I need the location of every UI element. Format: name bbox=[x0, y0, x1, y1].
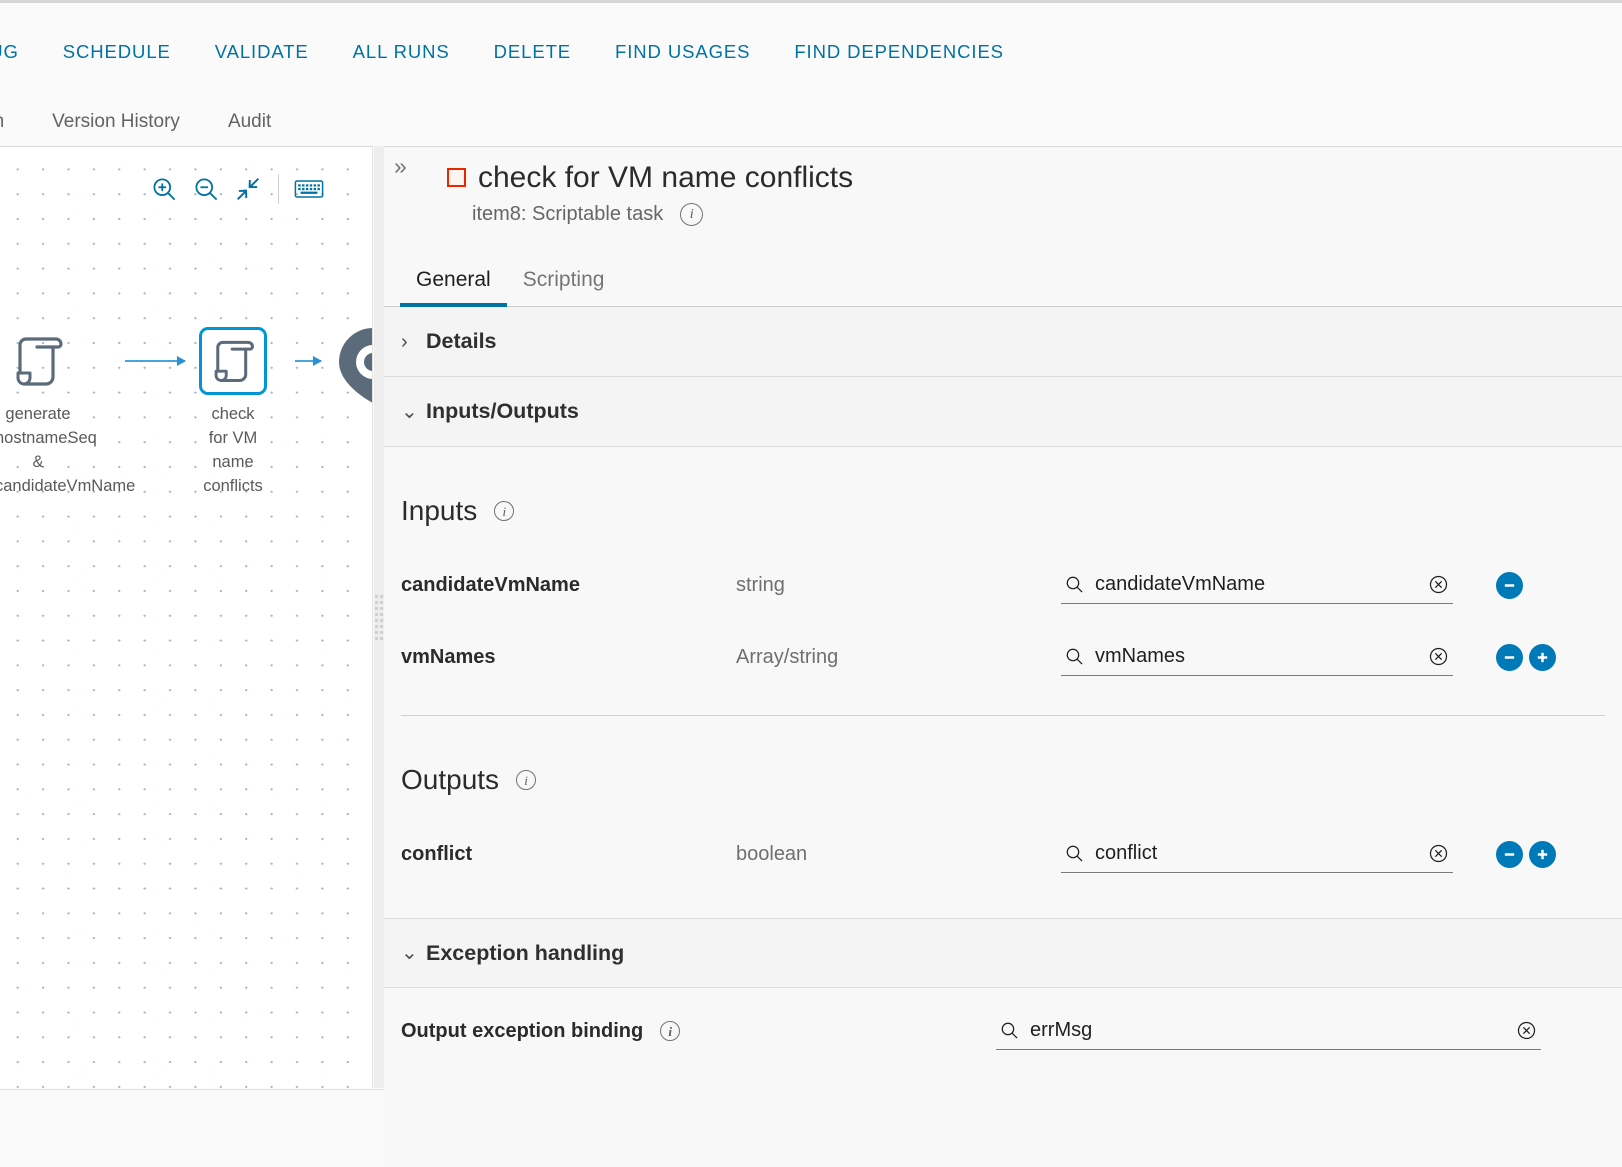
output-type: boolean bbox=[736, 842, 808, 865]
inputs-heading-row: Inputs i bbox=[384, 447, 1622, 527]
page-title: check for VM name conflicts bbox=[478, 161, 854, 194]
outputs-heading: Outputs bbox=[401, 764, 500, 795]
input-row-actions bbox=[1496, 571, 1523, 599]
tab-general[interactable]: General bbox=[400, 259, 507, 307]
chevron-down-icon: ⌄ bbox=[401, 942, 418, 964]
canvas-edge-1 bbox=[125, 356, 186, 366]
zoom-out-icon[interactable] bbox=[185, 169, 227, 209]
action-all-runs[interactable]: ALL RUNS bbox=[353, 41, 450, 63]
sub-tab-bar: rm Version History Audit bbox=[0, 98, 1622, 146]
panel-header: » check for VM name conflicts item8: Scr… bbox=[384, 147, 1622, 259]
section-inputs-outputs-label: Inputs/Outputs bbox=[426, 399, 579, 423]
chevron-right-icon: › bbox=[401, 330, 408, 353]
info-icon[interactable]: i bbox=[516, 770, 537, 790]
output-row: conflict boolean conflict bbox=[384, 818, 1622, 890]
remove-input-button[interactable] bbox=[1496, 643, 1523, 671]
canvas-edge-2 bbox=[295, 356, 322, 366]
sub-tab-version-history[interactable]: Version History bbox=[52, 111, 180, 133]
clear-icon bbox=[1429, 844, 1448, 862]
action-find-usages[interactable]: FIND USAGES bbox=[615, 41, 750, 63]
search-icon bbox=[1066, 576, 1083, 593]
remove-input-button[interactable] bbox=[1496, 571, 1523, 599]
inputs-heading: Inputs bbox=[401, 495, 478, 526]
validation-error-icon bbox=[447, 168, 466, 187]
output-exception-binding-row: Output exception binding i errMsg bbox=[384, 988, 1622, 1074]
chevron-down-icon: ⌄ bbox=[401, 400, 418, 423]
input-binding-field[interactable]: vmNames bbox=[1061, 639, 1453, 676]
zoom-in-icon[interactable] bbox=[143, 169, 185, 209]
canvas-node-generate[interactable]: generate hostnameSeq & candidateVmName bbox=[0, 327, 136, 498]
info-icon[interactable]: i bbox=[660, 1021, 681, 1041]
canvas-node-label: generate hostnameSeq & candidateVmName bbox=[0, 405, 136, 495]
canvas-bottom-strip bbox=[0, 1089, 384, 1167]
action-find-dependencies[interactable]: FIND DEPENDENCIES bbox=[794, 41, 1004, 63]
fit-to-screen-icon[interactable] bbox=[227, 169, 269, 209]
output-binding-value: conflict bbox=[1095, 841, 1158, 864]
canvas-node-check[interactable]: check for VM name conflicts bbox=[190, 327, 276, 498]
search-icon bbox=[1066, 845, 1083, 862]
clear-icon bbox=[1429, 575, 1448, 593]
remove-output-button[interactable] bbox=[1496, 840, 1523, 868]
outputs-heading-row: Outputs i bbox=[384, 716, 1622, 796]
input-binding-field[interactable]: candidateVmName bbox=[1061, 567, 1453, 604]
action-bar: BUG SCHEDULE VALIDATE ALL RUNS DELETE FI… bbox=[0, 6, 1622, 98]
panel-tabs: General Scripting bbox=[384, 259, 1622, 307]
input-type: string bbox=[736, 573, 785, 596]
input-type: Array/string bbox=[736, 645, 839, 668]
element-details-panel: » check for VM name conflicts item8: Scr… bbox=[384, 146, 1622, 1167]
input-row: candidateVmName string candidateVmName bbox=[384, 549, 1622, 621]
panel-subtitle-row: item8: Scriptable task i bbox=[384, 203, 1622, 226]
output-name: conflict bbox=[401, 842, 473, 865]
end-node-icon[interactable] bbox=[336, 325, 372, 408]
action-debug[interactable]: BUG bbox=[0, 41, 19, 63]
input-binding-value: candidateVmName bbox=[1095, 572, 1266, 595]
canvas-toolbar bbox=[143, 169, 330, 209]
collapse-panel-icon[interactable]: » bbox=[394, 155, 407, 178]
editor-split-area: generate hostnameSeq & candidateVmName c… bbox=[0, 146, 1622, 1167]
sub-tab-audit[interactable]: Audit bbox=[228, 111, 271, 133]
output-exception-binding-label: Output exception binding bbox=[401, 1019, 644, 1042]
section-details-label: Details bbox=[426, 329, 497, 353]
section-exception-handling-label: Exception handling bbox=[426, 940, 625, 965]
inputs-outputs-body: Inputs i candidateVmName string candidat… bbox=[384, 447, 1622, 918]
section-details-header[interactable]: › Details bbox=[384, 307, 1622, 377]
output-exception-binding-value: errMsg bbox=[1030, 1018, 1093, 1041]
sub-tab-form[interactable]: rm bbox=[0, 111, 4, 133]
toolbar-divider bbox=[278, 174, 279, 204]
input-name: candidateVmName bbox=[401, 573, 580, 596]
add-input-button[interactable] bbox=[1529, 643, 1556, 671]
info-icon[interactable]: i bbox=[494, 501, 515, 521]
output-binding-field[interactable]: conflict bbox=[1061, 836, 1453, 873]
workflow-editor-screen: BUG SCHEDULE VALIDATE ALL RUNS DELETE FI… bbox=[0, 0, 1622, 1167]
clear-icon bbox=[1429, 647, 1448, 665]
search-icon bbox=[1001, 1022, 1018, 1039]
canvas-dot-grid bbox=[0, 147, 372, 1088]
action-schedule[interactable]: SCHEDULE bbox=[63, 41, 171, 63]
search-icon bbox=[1066, 648, 1083, 665]
add-output-button[interactable] bbox=[1529, 840, 1556, 868]
keyboard-shortcuts-icon[interactable] bbox=[288, 169, 330, 209]
input-name: vmNames bbox=[401, 645, 496, 668]
canvas-node-label: check for VM name conflicts bbox=[203, 405, 263, 495]
panel-title-row: check for VM name conflicts bbox=[384, 161, 1622, 194]
section-inputs-outputs-header[interactable]: ⌄ Inputs/Outputs bbox=[384, 377, 1622, 447]
input-row: vmNames Array/string vmNames bbox=[384, 621, 1622, 693]
scriptable-task-icon bbox=[4, 327, 72, 395]
scriptable-task-icon bbox=[199, 327, 267, 395]
clear-icon bbox=[1517, 1021, 1536, 1039]
input-binding-value: vmNames bbox=[1095, 644, 1186, 667]
element-subtitle: item8: Scriptable task bbox=[472, 203, 664, 225]
output-exception-binding-label-group: Output exception binding i bbox=[401, 1020, 996, 1043]
output-row-actions bbox=[1496, 840, 1556, 868]
action-validate[interactable]: VALIDATE bbox=[215, 41, 309, 63]
action-delete[interactable]: DELETE bbox=[494, 41, 571, 63]
splitter-drag-handle[interactable] bbox=[375, 594, 383, 640]
input-row-actions bbox=[1496, 643, 1556, 671]
output-exception-binding-field[interactable]: errMsg bbox=[996, 1013, 1541, 1050]
panel-splitter[interactable] bbox=[374, 146, 384, 1088]
tab-scripting[interactable]: Scripting bbox=[507, 259, 621, 307]
section-exception-handling-header[interactable]: ⌄ Exception handling bbox=[384, 918, 1622, 988]
info-icon[interactable]: i bbox=[680, 203, 704, 226]
workflow-canvas[interactable]: generate hostnameSeq & candidateVmName c… bbox=[0, 146, 373, 1088]
